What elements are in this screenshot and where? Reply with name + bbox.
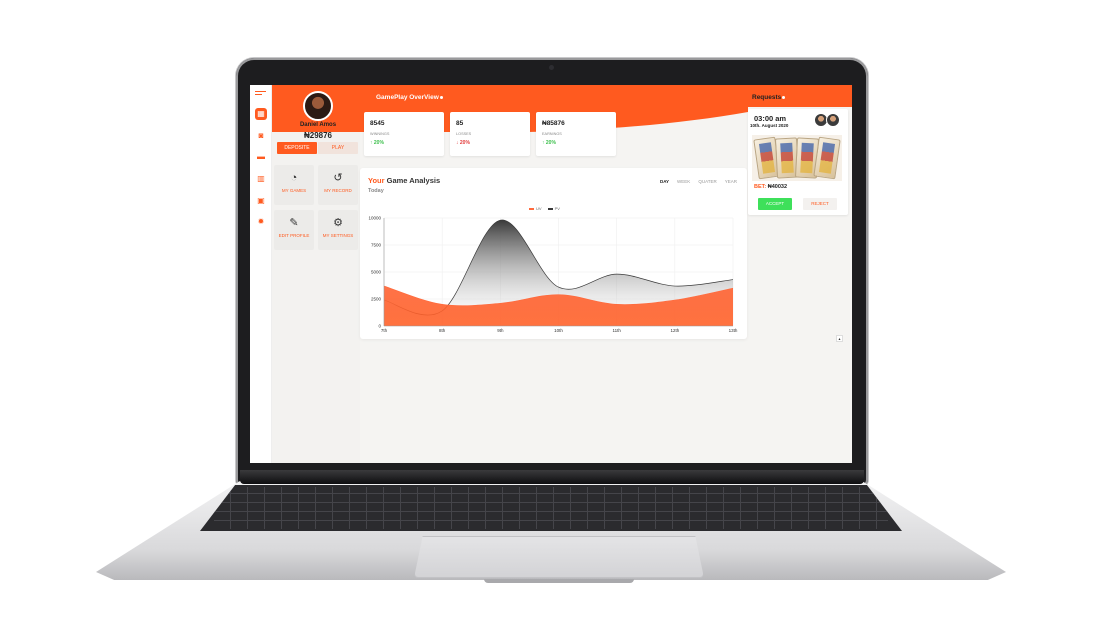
reject-button[interactable]: REJECT (803, 198, 837, 210)
y-tick-label: 10000 (368, 216, 381, 221)
laptop-hinge (240, 470, 864, 484)
x-tick-label: 10th (554, 328, 563, 333)
camera (549, 65, 554, 70)
analysis-title: Your Game Analysis (368, 176, 441, 185)
wallet-icon[interactable]: ▣ (255, 195, 267, 207)
app-screen: ▦ ◙ ▬ ▥ ▣ ✹ Daniel Amos ₦29876 DEPOSITE … (250, 85, 852, 463)
game-analysis-chart: 1000075005000250007th 8th 9th 10th 11th 12th 1… (368, 216, 738, 334)
y-tick-label: 2500 (371, 297, 382, 302)
opponent-avatar[interactable] (826, 113, 840, 127)
play-button[interactable]: PLAY (318, 142, 358, 154)
stat-value: 85 (456, 120, 464, 127)
x-tick-label: 12th (670, 328, 679, 333)
deposit-button[interactable]: DEPOSITE (277, 142, 317, 154)
balance: ₦29876 (303, 131, 333, 140)
y-tick-label: 7500 (371, 243, 382, 248)
keyboard (200, 485, 902, 531)
request-time: 03:00 am (754, 114, 787, 123)
laptop-lid: ▦ ◙ ▬ ▥ ▣ ✹ Daniel Amos ₦29876 DEPOSITE … (236, 58, 868, 486)
tile-label: MY RECORD (324, 188, 352, 193)
request-card: 03:00 am 10th. August 2020 BET: ₦40032 A… (748, 109, 848, 215)
stat-label: EARNINGS (542, 132, 562, 136)
stat-value: ₦85876 (542, 120, 565, 127)
x-tick-label: 7th (381, 328, 388, 333)
stat-change: ↓ 20% (456, 140, 470, 146)
tile-label: MY GAMES (281, 188, 307, 193)
history-icon: ↺ (333, 172, 343, 184)
stat-card-earnings: ₦85876 EARNINGS ↑ 20% (536, 112, 616, 156)
menu-icon[interactable] (255, 91, 266, 97)
playing-cards-image (752, 135, 842, 181)
x-tick-label: 9th (497, 328, 504, 333)
avatar[interactable] (303, 91, 333, 121)
user-name: Daniel Amos (299, 122, 337, 128)
edit-profile-tile[interactable]: ✎ EDIT PROFILE (274, 210, 314, 250)
bet-amount: BET: ₦40032 (754, 184, 788, 190)
period-tabs: DAY WEEK QUATER YEAR (660, 179, 737, 184)
stat-label: LOSSES (456, 132, 472, 136)
tab-week[interactable]: WEEK (677, 179, 690, 184)
my-settings-tile[interactable]: ⚙ MY SETTINGS (318, 210, 358, 250)
stat-value: 8545 (370, 120, 385, 127)
icon-rail: ▦ ◙ ▬ ▥ ▣ ✹ (250, 85, 272, 463)
stat-change: ↑ 20% (542, 140, 556, 146)
gamepad-icon[interactable]: ◙ (255, 130, 267, 142)
dashboard-icon[interactable]: ▦ (255, 108, 267, 120)
game-analysis-card: Your Game Analysis Today DAY WEEK QUATER… (360, 168, 747, 339)
tab-year[interactable]: YEAR (725, 179, 737, 184)
requests-title: Requests (752, 94, 786, 101)
x-tick-label: 8th (439, 328, 446, 333)
my-record-tile[interactable]: ↺ MY RECORD (318, 165, 358, 205)
accept-button[interactable]: ACCEPT (758, 198, 792, 210)
legend-pv[interactable]: PV (547, 206, 560, 211)
controller-icon[interactable]: ▬ (255, 151, 267, 163)
gear-icon: ⚙ (333, 217, 343, 229)
tile-label: MY SETTINGS (322, 233, 354, 238)
x-tick-label: 11th (612, 328, 621, 333)
stat-change: ↑ 20% (370, 140, 384, 146)
stat-card-winnings: 8545 WINNINGS ↑ 20% (364, 112, 444, 156)
stats-icon[interactable]: ▥ (255, 173, 267, 185)
gamepad-icon: ◔ (290, 172, 298, 184)
analysis-subtitle: Today (368, 188, 384, 194)
chart-legend: UV PV (529, 206, 560, 211)
stat-label: WINNINGS (370, 132, 390, 136)
tab-day[interactable]: DAY (660, 179, 669, 184)
request-date: 10th. August 2020 (750, 123, 789, 128)
lid-notch (484, 579, 634, 583)
settings-icon[interactable]: ✹ (255, 216, 267, 228)
scroll-corner[interactable]: ▴ (836, 335, 843, 342)
x-tick-label: 13th (729, 328, 738, 333)
overview-title: GamePlay OverView (376, 94, 443, 101)
tile-label: EDIT PROFILE (278, 233, 310, 238)
tab-quater[interactable]: QUATER (698, 179, 716, 184)
my-games-tile[interactable]: ◔ MY GAMES (274, 165, 314, 205)
y-tick-label: 5000 (371, 270, 382, 275)
stat-card-losses: 85 LOSSES ↓ 20% (450, 112, 530, 156)
pencil-icon: ✎ (289, 217, 299, 229)
legend-uv[interactable]: UV (529, 206, 542, 211)
trackpad (414, 536, 704, 578)
